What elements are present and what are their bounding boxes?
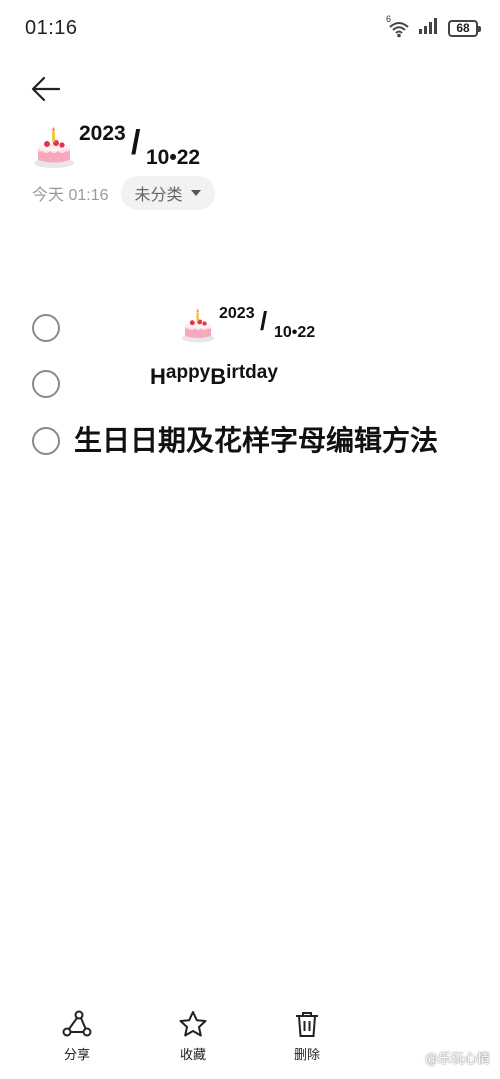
category-dropdown[interactable]: 未分类 — [120, 176, 215, 210]
title-slash: / — [131, 124, 141, 162]
watermark: @乐玩心情 — [424, 1052, 490, 1067]
arrow-left-icon — [31, 76, 61, 102]
note-meta: 今天 01:16 未分类 — [32, 176, 215, 210]
hb-part: irtday — [226, 362, 278, 383]
hb-part: B — [210, 364, 227, 389]
bottom-toolbar: 分享 收藏 删除 — [0, 1010, 500, 1079]
note-date: 今天 01:16 — [32, 187, 109, 204]
title-date: 10•22 — [146, 146, 201, 169]
item-slash: / — [260, 306, 268, 336]
note-page: 01:16 6 68 2023 / 10•22 今天 01:16 未分类 202… — [0, 0, 500, 1079]
checklist-item[interactable]: 生日日期及花样字母编辑方法 — [32, 418, 472, 510]
cake-icon — [181, 308, 215, 343]
item-date: 10•22 — [274, 324, 316, 341]
status-time: 01:16 — [25, 17, 78, 39]
checkbox[interactable] — [32, 370, 60, 398]
checkbox[interactable] — [32, 427, 60, 455]
wifi-icon: 6 — [386, 14, 410, 38]
title-year: 2023 — [79, 122, 126, 145]
happy-birthday-text: HappyBirtday — [150, 362, 278, 390]
signal-icon — [418, 17, 440, 40]
cake-icon — [34, 127, 74, 168]
item-text: 生日日期及花样字母编辑方法 — [74, 424, 439, 457]
hb-part: appy — [165, 362, 211, 383]
trash-icon — [296, 1012, 318, 1037]
status-bar: 01:16 6 68 — [0, 0, 500, 58]
note-title[interactable]: 2023 / 10•22 — [32, 118, 472, 174]
category-label: 未分类 — [134, 187, 183, 204]
battery-icon: 68 — [448, 19, 481, 37]
share-label: 分享 — [63, 1048, 90, 1063]
checkbox[interactable] — [32, 314, 60, 342]
checklist-item[interactable]: HappyBirtday — [32, 362, 472, 406]
favorite-button[interactable]: 收藏 — [158, 1010, 228, 1072]
share-icon — [62, 1010, 92, 1037]
star-icon — [179, 1011, 207, 1037]
back-button[interactable] — [28, 72, 64, 106]
wifi-label: 6 — [386, 14, 392, 24]
caret-down-icon — [190, 190, 201, 196]
item-year: 2023 — [219, 305, 255, 322]
checklist-item[interactable]: 2023 / 10•22 — [32, 304, 472, 354]
status-icons: 6 68 — [386, 14, 481, 40]
delete-button[interactable]: 删除 — [272, 1010, 342, 1072]
delete-label: 删除 — [293, 1048, 320, 1063]
hb-part: H — [150, 364, 166, 389]
favorite-label: 收藏 — [179, 1048, 206, 1063]
share-button[interactable]: 分享 — [42, 1010, 112, 1072]
